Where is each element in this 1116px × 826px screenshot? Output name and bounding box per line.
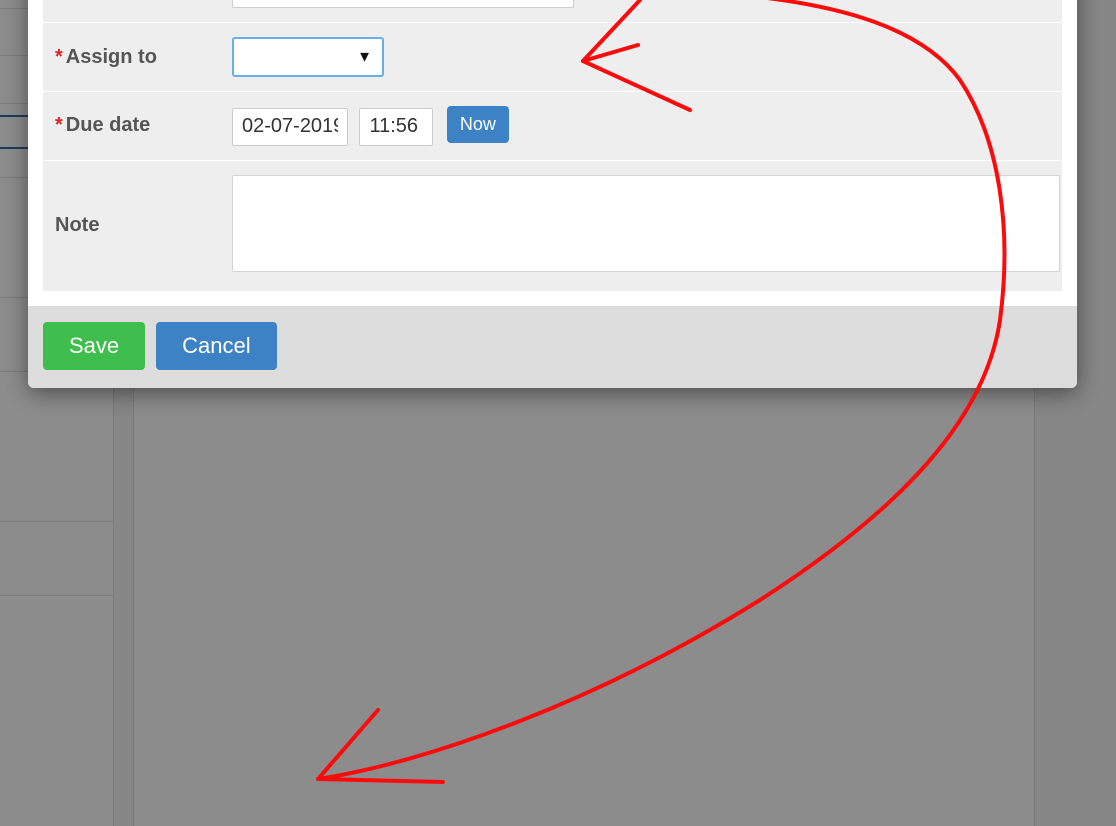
due-date-label-cell: * Due date — [43, 91, 220, 160]
now-button[interactable]: Now — [446, 106, 509, 143]
due-time-input[interactable] — [359, 107, 434, 146]
due-date-input[interactable] — [232, 107, 348, 146]
modal-footer: Save Cancel — [28, 305, 1077, 388]
assign-select-wrap: ▼ — [232, 37, 384, 77]
activity-form-table: *Action GCat Soyut Sonuçları ▼ — [43, 0, 1062, 291]
cancel-button[interactable]: Cancel — [156, 321, 277, 370]
form-row-note: Note — [43, 159, 1062, 291]
note-label-cell: Note — [43, 159, 220, 291]
required-marker: * — [55, 45, 63, 68]
due-date-label: Due date — [65, 114, 151, 137]
assign-to-select[interactable] — [232, 37, 384, 77]
action-control-cell: GCat Soyut Sonuçları ▼ — [220, 0, 1062, 23]
screenshot-root: OK End ba üh i Çok İyi kat - Çok — [0, 0, 1116, 826]
assign-label: Assign to — [65, 45, 157, 68]
modal-body: *Action GCat Soyut Sonuçları ▼ — [28, 0, 1077, 306]
due-date-control-cell: Now — [220, 91, 1062, 160]
note-control-cell — [220, 159, 1062, 291]
action-select-wrap: GCat Soyut Sonuçları ▼ — [232, 0, 574, 8]
note-textarea[interactable] — [232, 174, 1060, 272]
action-label-cell: *Action — [43, 0, 220, 23]
form-row-action: *Action GCat Soyut Sonuçları ▼ — [43, 0, 1062, 23]
required-marker: * — [55, 114, 63, 137]
activity-modal: *Action GCat Soyut Sonuçları ▼ — [28, 0, 1077, 388]
action-select[interactable]: GCat Soyut Sonuçları — [232, 0, 574, 8]
assign-control-cell: ▼ — [220, 22, 1062, 92]
form-row-assign: * Assign to ▼ — [43, 22, 1062, 92]
note-label: Note — [55, 214, 100, 236]
save-button[interactable]: Save — [43, 321, 146, 370]
assign-label-cell: * Assign to — [43, 22, 220, 92]
form-row-due-date: *Due date Now — [43, 91, 1062, 160]
